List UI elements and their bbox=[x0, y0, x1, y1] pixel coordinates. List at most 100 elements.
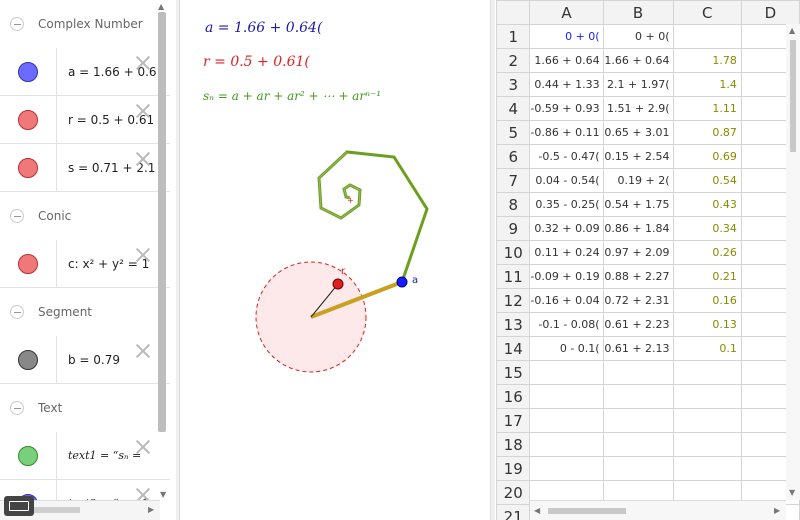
row-header[interactable]: 13 bbox=[496, 312, 531, 337]
panel-divider[interactable] bbox=[176, 0, 180, 520]
category-complex-number[interactable]: Complex Number bbox=[0, 0, 170, 48]
row-header[interactable]: 9 bbox=[496, 216, 531, 241]
cell-a[interactable]: 0 - 0.1( bbox=[529, 336, 604, 361]
cell-c[interactable]: 0.54 bbox=[672, 168, 742, 193]
cell-c[interactable] bbox=[672, 24, 742, 49]
cell-c[interactable]: 0.21 bbox=[672, 264, 742, 289]
cell-a[interactable] bbox=[529, 456, 604, 481]
algebra-item-a[interactable]: a = 1.66 + 0.6 bbox=[0, 48, 170, 96]
row-header[interactable]: 18 bbox=[496, 432, 531, 457]
cell-b[interactable]: 0 + 0( bbox=[602, 24, 674, 49]
collapse-icon[interactable] bbox=[10, 209, 24, 223]
cell-c[interactable]: 0.43 bbox=[672, 192, 742, 217]
visibility-toggle-icon[interactable] bbox=[18, 349, 38, 370]
cell-a[interactable]: -0.1 - 0.08( bbox=[529, 312, 604, 337]
row-header[interactable]: 20 bbox=[496, 480, 531, 505]
row-header[interactable]: 12 bbox=[496, 288, 531, 313]
row-header[interactable]: 19 bbox=[496, 456, 531, 481]
cell-c[interactable]: 0.69 bbox=[672, 144, 742, 169]
cell-a[interactable]: 0.04 - 0.54( bbox=[529, 168, 604, 193]
cell-b[interactable] bbox=[602, 432, 674, 457]
close-icon[interactable] bbox=[134, 102, 152, 120]
cell-b[interactable] bbox=[602, 384, 674, 409]
cell-c[interactable] bbox=[672, 384, 742, 409]
category-text[interactable]: Text bbox=[0, 384, 170, 432]
row-header[interactable]: 10 bbox=[496, 240, 531, 265]
row-header[interactable]: 17 bbox=[496, 408, 531, 433]
column-header-a[interactable]: A bbox=[529, 0, 604, 25]
cell-c[interactable]: 0.1 bbox=[672, 336, 742, 361]
cell-b[interactable]: 0.97 + 2.09 bbox=[602, 240, 674, 265]
partial-sums-spiral[interactable] bbox=[317, 150, 429, 283]
cell-b[interactable]: 0.54 + 1.75 bbox=[602, 192, 674, 217]
cell-b[interactable]: 1.51 + 2.9( bbox=[602, 96, 674, 121]
visibility-toggle-icon[interactable] bbox=[18, 253, 38, 274]
close-icon[interactable] bbox=[134, 246, 152, 264]
cell-a[interactable] bbox=[529, 384, 604, 409]
scroll-up-icon[interactable]: ▲ bbox=[158, 2, 164, 11]
row-header[interactable]: 11 bbox=[496, 264, 531, 289]
row-header[interactable]: 2 bbox=[496, 48, 531, 73]
cell-a[interactable] bbox=[529, 432, 604, 457]
cell-b[interactable]: 0.65 + 3.01 bbox=[602, 120, 674, 145]
close-icon[interactable] bbox=[134, 54, 152, 72]
scroll-left-icon[interactable]: ◀ bbox=[534, 506, 540, 515]
category-segment[interactable]: Segment bbox=[0, 288, 170, 336]
scroll-down-icon[interactable]: ▼ bbox=[160, 490, 166, 499]
cell-c[interactable] bbox=[672, 408, 742, 433]
cell-a[interactable]: 1.66 + 0.64 bbox=[529, 48, 604, 73]
cell-b[interactable]: 0.15 + 2.54 bbox=[602, 144, 674, 169]
point-r[interactable] bbox=[332, 278, 344, 290]
column-header-c[interactable]: C bbox=[672, 0, 742, 25]
row-header[interactable]: 5 bbox=[496, 120, 531, 145]
cell-b[interactable]: 2.1 + 1.97( bbox=[602, 72, 674, 97]
vertical-scrollbar[interactable] bbox=[158, 12, 166, 432]
cell-c[interactable]: 1.11 bbox=[672, 96, 742, 121]
cell-b[interactable]: 0.61 + 2.23 bbox=[602, 312, 674, 337]
collapse-icon[interactable] bbox=[10, 305, 24, 319]
scroll-up-icon[interactable]: ▲ bbox=[789, 26, 795, 35]
cell-b[interactable] bbox=[602, 408, 674, 433]
scroll-right-icon[interactable]: ▶ bbox=[774, 506, 780, 515]
formula-text[interactable]: sₙ = a + ar + ar² + ⋯ + arⁿ⁻¹ bbox=[203, 89, 381, 103]
cell-a[interactable] bbox=[529, 360, 604, 385]
row-header[interactable]: 4 bbox=[496, 96, 531, 121]
algebra-item-c[interactable]: c: x² + y² = 1 bbox=[0, 240, 170, 288]
scroll-down-icon[interactable]: ▼ bbox=[789, 488, 795, 497]
collapse-icon[interactable] bbox=[10, 17, 24, 31]
cell-c[interactable]: 0.34 bbox=[672, 216, 742, 241]
cell-c[interactable]: 0.13 bbox=[672, 312, 742, 337]
cell-b[interactable]: 1.66 + 0.64 bbox=[602, 48, 674, 73]
corner-cell[interactable] bbox=[496, 0, 531, 25]
cell-a[interactable]: 0.32 + 0.09 bbox=[529, 216, 604, 241]
algebra-item-text1[interactable]: text1 = “sₙ = bbox=[0, 432, 170, 480]
graphics-canvas[interactable]: a = 1.66 + 0.64( r = 0.5 + 0.61( sₙ = a … bbox=[181, 0, 490, 520]
spreadsheet-horizontal-scrollbar[interactable]: ◀ ▶ bbox=[530, 500, 786, 520]
scroll-right-icon[interactable]: ▶ bbox=[148, 505, 154, 514]
close-icon[interactable] bbox=[134, 150, 152, 168]
category-conic[interactable]: Conic bbox=[0, 192, 170, 240]
label-r-text[interactable]: r = 0.5 + 0.61( bbox=[203, 54, 310, 70]
scrollbar-thumb[interactable] bbox=[790, 40, 796, 152]
cell-a[interactable]: 0.11 + 0.24 bbox=[529, 240, 604, 265]
cell-b[interactable] bbox=[602, 456, 674, 481]
cell-a[interactable]: -0.09 + 0.19 bbox=[529, 264, 604, 289]
cell-c[interactable]: 1.78 bbox=[672, 48, 742, 73]
cell-a[interactable]: -0.16 + 0.04 bbox=[529, 288, 604, 313]
keyboard-icon[interactable] bbox=[4, 496, 34, 516]
cell-b[interactable]: 0.19 + 2( bbox=[602, 168, 674, 193]
cell-c[interactable]: 0.16 bbox=[672, 288, 742, 313]
point-a[interactable] bbox=[396, 276, 408, 288]
cell-a[interactable]: 0.35 - 0.25( bbox=[529, 192, 604, 217]
cell-a[interactable]: -0.59 + 0.93 bbox=[529, 96, 604, 121]
row-header[interactable]: 1 bbox=[496, 24, 531, 49]
cell-a[interactable]: 0 + 0( bbox=[529, 24, 604, 49]
visibility-toggle-icon[interactable] bbox=[18, 61, 38, 82]
visibility-toggle-icon[interactable] bbox=[18, 157, 38, 178]
row-header[interactable]: 6 bbox=[496, 144, 531, 169]
cell-a[interactable]: -0.86 + 0.11 bbox=[529, 120, 604, 145]
cell-c[interactable]: 0.26 bbox=[672, 240, 742, 265]
row-header[interactable]: 8 bbox=[496, 192, 531, 217]
close-icon[interactable] bbox=[134, 342, 152, 360]
cell-b[interactable]: 0.61 + 2.13 bbox=[602, 336, 674, 361]
